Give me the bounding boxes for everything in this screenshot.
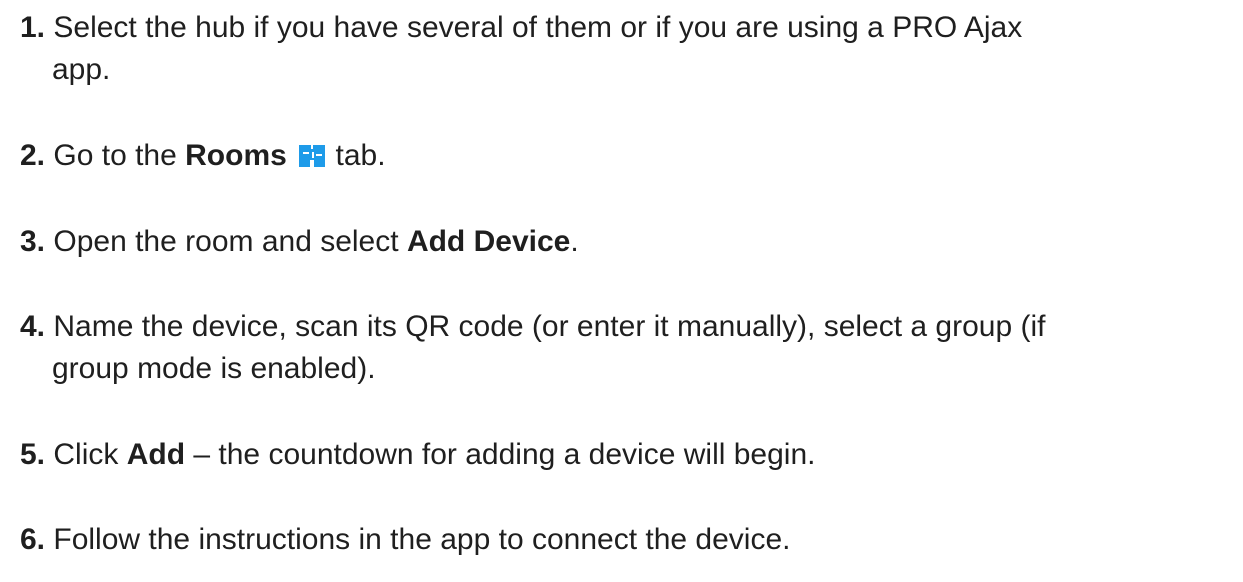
- step-text-continued: group mode is enabled).: [52, 352, 376, 385]
- step-number: 4.: [20, 310, 46, 343]
- step-text-after: – the countdown for adding a device will…: [193, 438, 816, 471]
- step-text: Name the device, scan its QR code (or en…: [53, 310, 1046, 343]
- step-2: 2. Go to the Rooms tab.: [20, 135, 1230, 177]
- step-text-after: .: [570, 225, 579, 258]
- step-3: 3. Open the room and select Add Device.: [20, 221, 1230, 263]
- step-number: 6.: [20, 523, 46, 556]
- step-text: Follow the instructions in the app to co…: [53, 523, 791, 556]
- step-1: 1. Select the hub if you have several of…: [20, 7, 1230, 91]
- step-text: Select the hub if you have several of th…: [53, 11, 1023, 44]
- add-label: Add: [126, 438, 186, 471]
- step-4: 4. Name the device, scan its QR code (or…: [20, 306, 1230, 390]
- step-6: 6. Follow the instructions in the app to…: [20, 519, 1230, 561]
- rooms-label: Rooms: [185, 139, 287, 172]
- step-text: Open the room and select: [53, 225, 399, 258]
- step-text-continued: app.: [52, 53, 111, 86]
- step-5: 5. Click Add – the countdown for adding …: [20, 434, 1230, 476]
- step-text-after: tab.: [335, 139, 386, 172]
- rooms-icon: [299, 145, 326, 167]
- step-number: 2.: [20, 139, 46, 172]
- step-number: 1.: [20, 11, 46, 44]
- step-number: 3.: [20, 225, 46, 258]
- step-number: 5.: [20, 438, 46, 471]
- add-device-label: Add Device: [406, 225, 571, 258]
- step-text: Go to the: [53, 139, 177, 172]
- step-text: Click: [53, 438, 119, 471]
